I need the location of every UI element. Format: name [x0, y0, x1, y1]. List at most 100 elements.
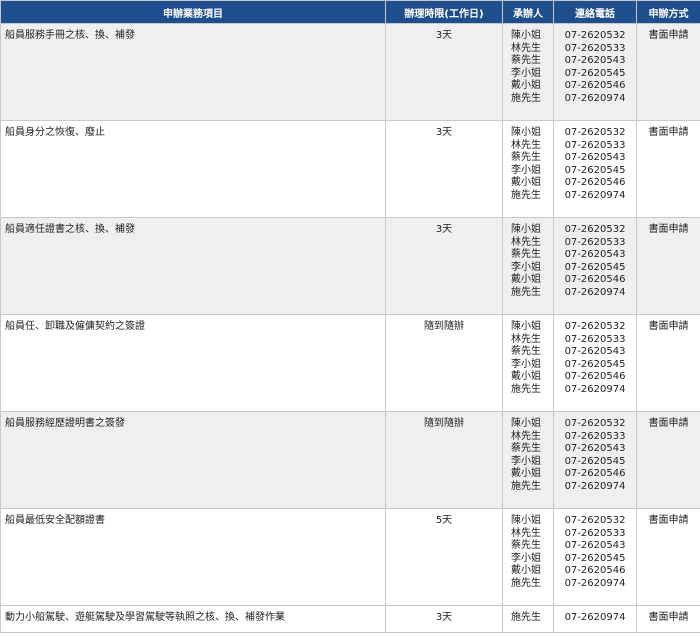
contact-person: 李小姐 [511, 552, 541, 564]
contact-person: 陳小姐 [511, 30, 541, 41]
phone-number: 07-2620974 [564, 480, 626, 492]
contact-person: 李小姐 [511, 455, 541, 467]
processing-time-cell: 3天 [385, 23, 503, 121]
phone-number: 07-2620543 [564, 55, 626, 66]
phone-number: 07-2620532 [564, 30, 626, 41]
service-item-cell: 船員最低安全配額證書 [0, 508, 386, 606]
phone-number: 07-2620532 [564, 418, 626, 429]
contact-person: 施先生 [511, 480, 541, 492]
contact-person: 林先生 [511, 139, 541, 151]
service-item-cell: 船員服務手冊之核、換、補發 [0, 23, 386, 121]
contact-person: 施先生 [511, 286, 541, 298]
phone-number: 07-2620543 [564, 540, 626, 551]
application-method-cell: 書面申請 [636, 508, 700, 606]
contact-person: 蔡先生 [511, 346, 541, 357]
phone-number: 07-2620543 [564, 443, 626, 454]
phone-number: 07-2620533 [564, 42, 626, 54]
table-row: 船員服務手冊之核、換、補發 3天 陳小姐 林先生 蔡先生 李小姐 戴小姐 施先生 07-2620… [0, 23, 700, 121]
contact-person: 林先生 [511, 527, 541, 539]
phone-number: 07-2620546 [564, 468, 626, 479]
contact-person: 施先生 [511, 383, 541, 395]
processing-time-cell: 3天 [385, 120, 503, 218]
contact-person: 陳小姐 [511, 127, 541, 138]
services-table: 申辦業務項目 辦理時限(工作日) 承辦人 連絡電話 申辦方式 船員服務手冊之核、… [0, 0, 700, 633]
contact-person: 戴小姐 [511, 565, 541, 576]
contact-person: 陳小姐 [511, 224, 541, 235]
application-method-cell: 書面申請 [636, 605, 700, 633]
phone-number: 07-2620543 [564, 152, 626, 163]
phone-number: 07-2620532 [564, 224, 626, 235]
phone-number: 07-2620533 [564, 333, 626, 345]
phone-number: 07-2620974 [564, 286, 626, 298]
contact-person: 陳小姐 [511, 515, 541, 526]
phone-number: 07-2620533 [564, 139, 626, 151]
application-method-cell: 書面申請 [636, 314, 700, 412]
service-item-cell: 動力小船駕駛、遊艇駕駛及學習駕駛等執照之核、換、補發作業 [0, 605, 386, 633]
contact-person: 戴小姐 [511, 371, 541, 382]
contact-person: 林先生 [511, 333, 541, 345]
contact-person: 蔡先生 [511, 55, 541, 66]
phone-number: 07-2620546 [564, 274, 626, 285]
phone-cell: 07-2620532 07-2620533 07-2620543 07-2620545… [553, 508, 637, 606]
phone-number: 07-2620532 [564, 321, 626, 332]
header-contact: 承辦人 [502, 0, 554, 24]
contact-person: 蔡先生 [511, 540, 541, 551]
service-item-cell: 船員任、卸職及僱傭契約之簽證 [0, 314, 386, 412]
phone-number: 07-2620532 [564, 515, 626, 526]
table-row: 動力小船駕駛、遊艇駕駛及學習駕駛等執照之核、換、補發作業 3天 施先生 07-2620… [0, 605, 700, 633]
contact-person: 戴小姐 [511, 80, 541, 91]
phone-number: 07-2620974 [564, 92, 626, 104]
phone-number: 07-2620546 [564, 177, 626, 188]
contact-person: 李小姐 [511, 261, 541, 273]
processing-time-cell: 3天 [385, 605, 503, 633]
phone-number: 07-2620545 [564, 358, 626, 370]
contact-person-cell: 陳小姐 林先生 蔡先生 李小姐 戴小姐 施先生 [502, 314, 554, 412]
processing-time-cell: 5天 [385, 508, 503, 606]
phone-number: 07-2620532 [564, 127, 626, 138]
header-item: 申辦業務項目 [0, 0, 386, 24]
header-method: 申辦方式 [636, 0, 700, 24]
table-row: 船員任、卸職及僱傭契約之簽證 隨到隨辦 陳小姐 林先生 蔡先生 李小姐 戴小姐 施先生 07-2… [0, 314, 700, 412]
phone-cell: 07-2620532 07-2620533 07-2620543 07-2620545… [553, 411, 637, 509]
contact-person-cell: 陳小姐 林先生 蔡先生 李小姐 戴小姐 施先生 [502, 508, 554, 606]
contact-person: 蔡先生 [511, 152, 541, 163]
contact-person: 施先生 [511, 189, 541, 201]
service-item-cell: 船員身分之恢復、廢止 [0, 120, 386, 218]
contact-person: 林先生 [511, 42, 541, 54]
contact-person: 施先生 [511, 612, 541, 623]
contact-person: 蔡先生 [511, 249, 541, 260]
phone-number: 07-2620974 [564, 189, 626, 201]
contact-person: 李小姐 [511, 67, 541, 79]
processing-time-cell: 3天 [385, 217, 503, 315]
table-row: 船員適任證書之核、換、補發 3天 陳小姐 林先生 蔡先生 李小姐 戴小姐 施先生 07-2620… [0, 217, 700, 315]
header-time: 辦理時限(工作日) [385, 0, 503, 24]
phone-number: 07-2620545 [564, 261, 626, 273]
contact-person: 蔡先生 [511, 443, 541, 454]
contact-person: 陳小姐 [511, 418, 541, 429]
phone-cell: 07-2620532 07-2620533 07-2620543 07-2620545… [553, 217, 637, 315]
phone-number: 07-2620546 [564, 565, 626, 576]
contact-person: 戴小姐 [511, 177, 541, 188]
phone-number: 07-2620974 [564, 612, 626, 623]
application-method-cell: 書面申請 [636, 120, 700, 218]
header-phone: 連絡電話 [553, 0, 637, 24]
table-row: 船員身分之恢復、廢止 3天 陳小姐 林先生 蔡先生 李小姐 戴小姐 施先生 07-2620532… [0, 120, 700, 218]
phone-number: 07-2620543 [564, 249, 626, 260]
table-row: 船員最低安全配額證書 5天 陳小姐 林先生 蔡先生 李小姐 戴小姐 施先生 07-2620532… [0, 508, 700, 606]
contact-person: 戴小姐 [511, 468, 541, 479]
contact-person: 李小姐 [511, 358, 541, 370]
service-item-cell: 船員適任證書之核、換、補發 [0, 217, 386, 315]
phone-cell: 07-2620532 07-2620533 07-2620543 07-2620545… [553, 120, 637, 218]
processing-time-cell: 隨到隨辦 [385, 314, 503, 412]
contact-person: 林先生 [511, 236, 541, 248]
contact-person: 陳小姐 [511, 321, 541, 332]
contact-person-cell: 陳小姐 林先生 蔡先生 李小姐 戴小姐 施先生 [502, 411, 554, 509]
contact-person-cell: 陳小姐 林先生 蔡先生 李小姐 戴小姐 施先生 [502, 217, 554, 315]
phone-number: 07-2620533 [564, 430, 626, 442]
phone-number: 07-2620545 [564, 164, 626, 176]
phone-number: 07-2620533 [564, 236, 626, 248]
application-method-cell: 書面申請 [636, 217, 700, 315]
table-row: 船員服務經歷證明書之簽發 隨到隨辦 陳小姐 林先生 蔡先生 李小姐 戴小姐 施先生 07-262… [0, 411, 700, 509]
application-method-cell: 書面申請 [636, 411, 700, 509]
phone-number: 07-2620546 [564, 80, 626, 91]
